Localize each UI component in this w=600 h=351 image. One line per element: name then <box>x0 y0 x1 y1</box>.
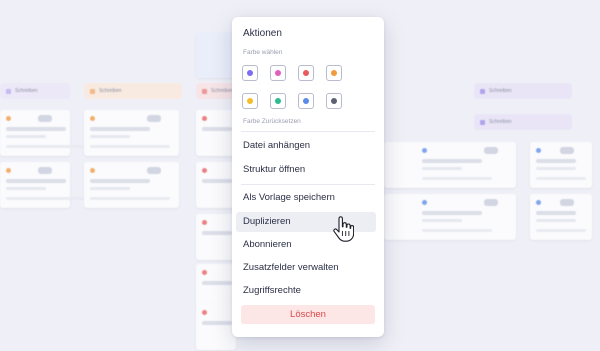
color-swatch-blue[interactable] <box>298 93 314 109</box>
color-swatch-teal[interactable] <box>270 93 286 109</box>
menu-title: Aktionen <box>243 28 282 39</box>
card <box>196 304 236 350</box>
card <box>530 142 592 188</box>
reset-color-link[interactable]: Farbe Zurücksetzen <box>243 118 301 125</box>
color-swatch-red[interactable] <box>298 65 314 81</box>
lane-header: Schreiben <box>196 83 236 99</box>
card <box>0 162 86 208</box>
color-dot <box>275 98 281 104</box>
color-swatch-orange[interactable] <box>326 65 342 81</box>
card <box>84 162 179 208</box>
color-swatch-pink[interactable] <box>270 65 286 81</box>
menu-item-manage-fields[interactable]: Zusatzfelder verwalten <box>236 258 376 278</box>
card <box>84 110 179 156</box>
menu-divider <box>241 131 375 132</box>
menu-item-attach-file[interactable]: Datei anhängen <box>236 136 376 156</box>
lane-label: Schreiben <box>489 88 512 94</box>
card <box>384 194 516 240</box>
lane-label: Schreiben <box>99 88 122 94</box>
lane-label: Schreiben <box>15 88 38 94</box>
hand-pointer-icon <box>333 216 354 242</box>
color-dot <box>275 70 281 76</box>
menu-item-save-template[interactable]: Als Vorlage speichern <box>236 188 376 208</box>
lane-header: Schreiben <box>474 83 572 99</box>
lane-header: Schreiben <box>0 83 70 99</box>
card <box>196 214 236 260</box>
lane-label: Schreiben <box>211 88 234 94</box>
lane-header: Schreiben <box>474 114 572 130</box>
card <box>384 142 516 188</box>
menu-item-access-rights[interactable]: Zugriffsrechte <box>236 281 376 301</box>
card <box>196 110 236 156</box>
delete-button[interactable]: Löschen <box>241 305 375 324</box>
card <box>196 162 236 208</box>
color-dot <box>331 98 337 104</box>
context-menu: Aktionen Farbe wählen Farbe Zurücksetzen… <box>232 17 384 337</box>
card <box>0 110 86 156</box>
card <box>530 194 592 240</box>
color-swatch-yellow[interactable] <box>242 93 258 109</box>
lane-header: Schreiben <box>84 83 182 99</box>
card <box>196 32 236 78</box>
lane-label: Schreiben <box>489 119 512 125</box>
color-section-label: Farbe wählen <box>243 49 283 56</box>
color-dot <box>303 98 309 104</box>
color-dot <box>247 98 253 104</box>
color-swatch-purple[interactable] <box>242 65 258 81</box>
menu-item-subscribe[interactable]: Abonnieren <box>236 235 376 255</box>
menu-divider <box>241 184 375 185</box>
color-dot <box>247 70 253 76</box>
color-dot <box>303 70 309 76</box>
color-dot <box>331 70 337 76</box>
menu-item-open-structure[interactable]: Struktur öffnen <box>236 160 376 180</box>
color-swatch-gray[interactable] <box>326 93 342 109</box>
menu-item-duplicate[interactable]: Duplizieren <box>236 212 376 232</box>
